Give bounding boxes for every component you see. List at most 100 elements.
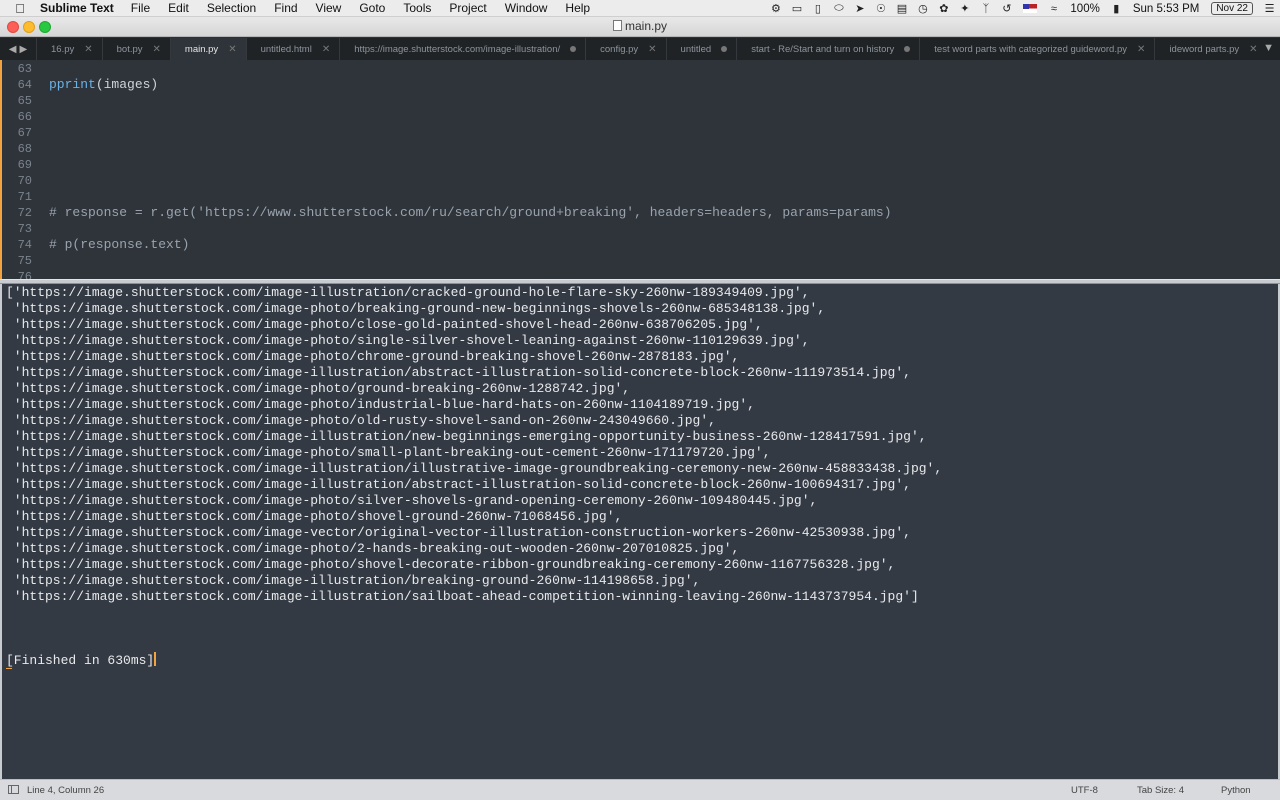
syntax-selector[interactable]: Python [1221,785,1251,796]
menu-goto[interactable]: Goto [350,1,394,15]
cursor-position[interactable]: Line 4, Column 26 [27,785,104,796]
wifi-icon[interactable]: ≈ [1043,3,1064,15]
output-line: 'https://image.shutterstock.com/image-ph… [6,333,810,348]
notification-center-icon[interactable]: ☰ [1259,2,1280,15]
tab-4[interactable]: https://image.shutterstock.com/image-ill… [339,38,585,60]
time-machine-icon[interactable]: ↺ [996,2,1017,15]
code-text: pprint(images) [49,77,159,92]
tab-5[interactable]: config.py ✕ [585,38,665,60]
window-title: main.py [0,19,1280,33]
file-icon [612,20,622,31]
output-line: 'https://image.shutterstock.com/image-ph… [6,349,740,364]
output-line: 'https://image.shutterstock.com/image-ve… [6,525,911,540]
line-number: 66 [17,110,32,124]
tab-label: untitled.html [260,43,312,55]
mouse-icon[interactable]: ⬭ [828,2,849,15]
tab-close-icon[interactable]: ✕ [322,44,330,55]
code-editor[interactable]: 63 64 pprint(images) 65 66 67 68 69 70 71 72 # resp… [0,60,1280,279]
tab-next-icon[interactable]: ▶ [20,44,28,55]
line-number: 67 [17,126,32,140]
tab-close-icon[interactable]: ✕ [84,44,92,55]
output-line: 'https://image.shutterstock.com/image-ph… [6,397,755,412]
menubar-clock[interactable]: Sun 5:53 PM [1127,3,1205,15]
output-line: 'https://image.shutterstock.com/image-il… [6,429,927,444]
tab-9[interactable]: ideword parts.py ✕ [1154,38,1266,60]
tab-size-selector[interactable]: Tab Size: 4 [1137,785,1184,796]
line-number: 69 [17,158,32,172]
battery-icon[interactable]: ▮ [1106,2,1127,15]
tab-6[interactable]: untitled [665,38,737,60]
menu-window[interactable]: Window [496,1,557,15]
phone-icon[interactable]: ▯ [807,2,828,15]
system-menubar:  Sublime Text File Edit Selection Find … [0,0,1280,17]
menu-edit[interactable]: Edit [159,1,198,15]
gear-icon[interactable]: ⚙ [765,2,786,15]
unsaved-dot-icon[interactable] [904,46,911,52]
output-line: 'https://image.shutterstock.com/image-ph… [6,557,896,572]
line-number: 76 [17,270,32,279]
clock-icon[interactable]: ◷ [912,2,933,15]
tab-2[interactable]: main.py ✕ [169,38,246,60]
tab-close-icon[interactable]: ✕ [228,44,236,55]
output-line: 'https://image.shutterstock.com/image-ph… [6,317,763,332]
line-number: 63 [17,62,32,76]
tab-1[interactable]: bot.py ✕ [101,38,170,60]
tab-0[interactable]: 16.py ✕ [36,38,102,60]
editor-focus-border [0,60,2,279]
line-number: 70 [17,174,32,188]
leaf-icon[interactable]: ✿ [933,2,954,15]
code-text: # response = r.get('https://www.shutters… [49,205,892,220]
tab-label: ideword parts.py [1169,43,1240,55]
menu-view[interactable]: View [307,1,351,15]
apple-menu-icon[interactable]:  [0,1,40,16]
us-flag-icon[interactable] [1023,4,1038,13]
panel-toggle-icon[interactable] [8,785,19,794]
tab-label: bot.py [116,43,143,55]
tab-close-icon[interactable]: ✕ [1249,44,1257,55]
menu-project[interactable]: Project [440,1,495,15]
tab-8[interactable]: test word parts with categorized guidewo… [919,38,1154,60]
date-badge[interactable]: Nov 22 [1211,2,1253,15]
output-line: 'https://image.shutterstock.com/image-il… [6,589,919,604]
code-text: # p(response.text) [49,237,190,252]
output-line: 'https://image.shutterstock.com/image-il… [6,461,943,476]
satellite-icon[interactable]: ✦ [954,2,975,15]
menu-help[interactable]: Help [556,1,599,15]
tab-close-icon[interactable]: ✕ [1137,44,1145,55]
window-title-text: main.py [624,19,668,33]
file-encoding[interactable]: UTF-8 [1071,785,1098,796]
bluetooth-icon[interactable]: ᛉ [975,3,996,15]
tab-bar: ◀ ▶ 16.py ✕ bot.py ✕ main.py ✕ untitled.html ✕ h… [0,38,1280,60]
build-finished-text: [Finished in 630ms] [6,653,155,668]
tab-7[interactable]: start - Re/Start and turn on history [736,38,919,60]
line-number: 64 [17,78,32,92]
tabs-container: 16.py ✕ bot.py ✕ main.py ✕ untitled.html ✕ https… [36,38,1267,60]
tab-overflow-icon[interactable]: ▼ [1263,42,1274,54]
unsaved-dot-icon[interactable] [570,46,577,52]
tab-label: https://image.shutterstock.com/image-ill… [354,43,561,55]
build-output-panel[interactable]: ['https://image.shutterstock.com/image-i… [2,284,1278,779]
output-line: 'https://image.shutterstock.com/image-ph… [6,509,623,524]
menu-file[interactable]: File [122,1,159,15]
telegram-icon[interactable]: ➤ [849,2,870,15]
drive-icon[interactable]: ▭ [786,2,807,15]
line-number: 73 [17,222,32,236]
clipboard-icon[interactable]: ▤ [891,2,912,15]
output-line: 'https://image.shutterstock.com/image-ph… [6,381,631,396]
menu-tools[interactable]: Tools [394,1,440,15]
menu-selection[interactable]: Selection [198,1,265,15]
battery-percentage[interactable]: 100% [1064,3,1105,15]
tab-3[interactable]: untitled.html ✕ [245,38,340,60]
tab-close-icon[interactable]: ✕ [153,44,161,55]
unsaved-dot-icon[interactable] [721,46,728,52]
pin-icon[interactable]: ☉ [870,2,891,15]
menu-find[interactable]: Find [265,1,306,15]
tab-label: 16.py [51,43,75,55]
status-tray: ⚙ ▭ ▯ ⬭ ➤ ☉ ▤ ◷ ✿ ✦ ᛉ ↺ ≈ 100% ▮ Sun 5:5… [765,0,1280,17]
app-menu[interactable]: Sublime Text [40,1,122,15]
tab-label: start - Re/Start and turn on history [751,43,895,55]
output-line: 'https://image.shutterstock.com/image-ph… [6,493,818,508]
tab-close-icon[interactable]: ✕ [648,44,656,55]
tab-prev-icon[interactable]: ◀ [9,44,17,55]
tab-label: test word parts with categorized guidewo… [934,43,1128,55]
